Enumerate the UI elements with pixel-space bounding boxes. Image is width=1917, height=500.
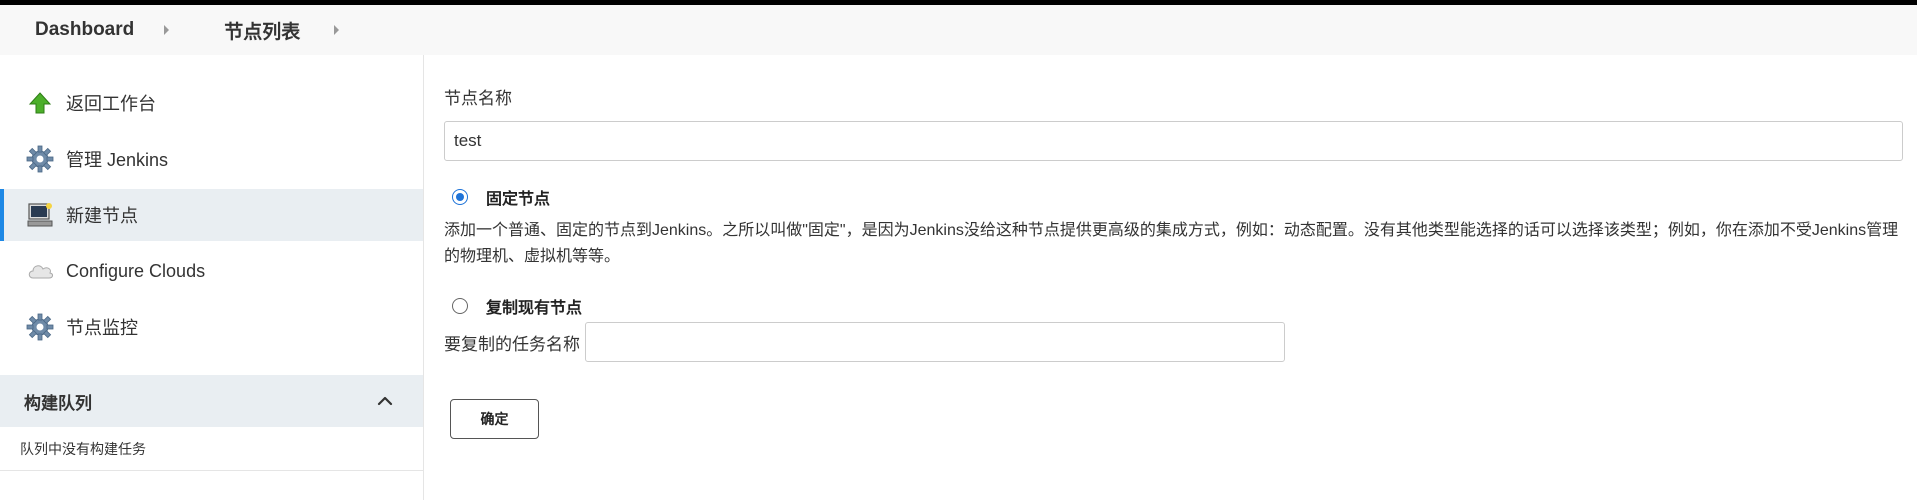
breadcrumb-node-list[interactable]: 节点列表	[224, 17, 300, 44]
sidebar-item-label: Configure Clouds	[66, 260, 206, 281]
sidebar-item-back-to-dashboard[interactable]: 返回工作台	[0, 77, 423, 129]
copy-from-input[interactable]	[585, 322, 1285, 362]
sidebar-item-label: 新建节点	[66, 206, 138, 226]
gear-icon	[26, 145, 54, 173]
task-list: 返回工作台 管理 Jenkins 新建节点 Configure Clouds 节…	[0, 55, 423, 353]
permanent-node-option[interactable]: 固定节点	[444, 185, 1903, 209]
chevron-up-icon[interactable]	[377, 391, 393, 411]
sidebar-item-manage-jenkins[interactable]: 管理 Jenkins	[0, 133, 423, 185]
sidebar-item-node-monitoring[interactable]: 节点监控	[0, 301, 423, 353]
ok-button[interactable]: 确定	[450, 399, 539, 439]
copy-from-label: 要复制的任务名称	[444, 334, 580, 354]
node-name-input[interactable]	[444, 121, 1903, 161]
breadcrumb: Dashboard 节点列表	[0, 5, 1917, 55]
build-queue-empty: 队列中没有构建任务	[0, 427, 423, 471]
breadcrumb-separator-icon[interactable]	[164, 25, 170, 35]
gear-icon	[26, 313, 54, 341]
permanent-node-label[interactable]: 固定节点	[486, 185, 550, 209]
sidebar-item-label: 节点监控	[66, 318, 138, 338]
build-queue-title: 构建队列	[24, 393, 92, 413]
sidebar-item-label: 管理 Jenkins	[66, 150, 169, 170]
breadcrumb-dashboard[interactable]: Dashboard	[35, 19, 134, 41]
breadcrumb-separator-icon[interactable]	[334, 25, 340, 35]
sidebar-item-label: 返回工作台	[66, 94, 156, 114]
new-node-form: 节点名称 固定节点 添加一个普通、固定的节点到Jenkins。之所以叫做"固定"…	[424, 55, 1917, 500]
sidebar-item-configure-clouds[interactable]: Configure Clouds	[0, 245, 423, 297]
copy-from-row: 要复制的任务名称	[444, 322, 1903, 362]
permanent-node-radio[interactable]	[452, 189, 468, 205]
build-queue: 构建队列 队列中没有构建任务	[0, 375, 423, 471]
copy-node-radio[interactable]	[452, 298, 468, 314]
permanent-node-description: 添加一个普通、固定的节点到Jenkins。之所以叫做"固定"，是因为Jenkin…	[444, 222, 1899, 265]
sidebar-item-new-node[interactable]: 新建节点	[0, 189, 423, 241]
computer-icon	[26, 201, 54, 229]
node-name-label: 节点名称	[444, 89, 512, 108]
build-queue-header[interactable]: 构建队列	[0, 375, 423, 427]
sidebar: 返回工作台 管理 Jenkins 新建节点 Configure Clouds 节…	[0, 55, 424, 500]
up-arrow-icon	[26, 89, 54, 117]
copy-node-label[interactable]: 复制现有节点	[486, 294, 582, 318]
cloud-icon	[26, 257, 54, 285]
copy-node-option[interactable]: 复制现有节点	[444, 294, 1903, 318]
